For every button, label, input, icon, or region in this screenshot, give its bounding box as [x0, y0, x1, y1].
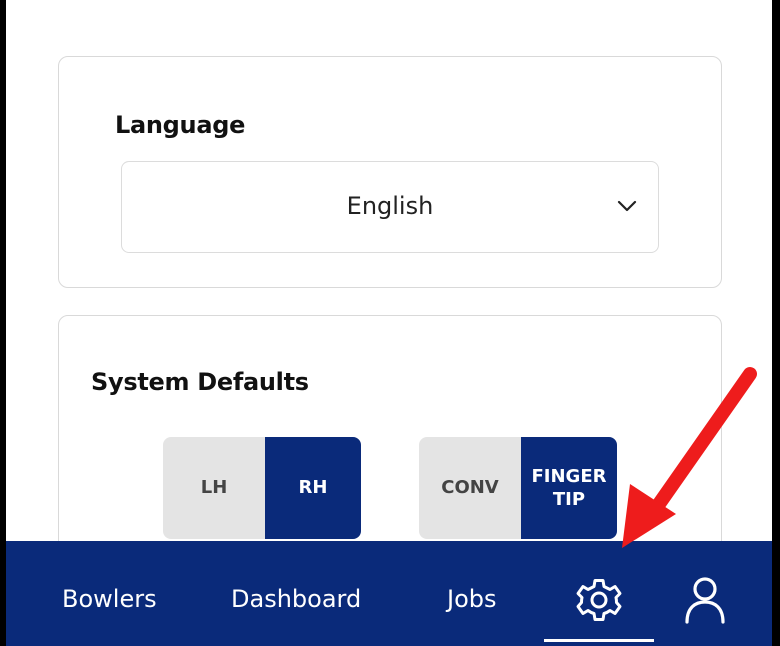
language-card: Language English — [58, 56, 722, 288]
frame-border-right — [772, 0, 780, 646]
nav-jobs[interactable]: Jobs — [447, 585, 497, 613]
user-icon[interactable] — [682, 575, 728, 625]
hand-option-lh[interactable]: LH — [163, 437, 265, 539]
language-title: Language — [115, 111, 246, 139]
fingertip-label-line2: TIP — [552, 489, 586, 510]
chevron-down-icon — [617, 200, 637, 212]
grip-option-fingertip[interactable]: FINGER TIP — [521, 437, 617, 539]
nav-dashboard[interactable]: Dashboard — [231, 585, 361, 613]
language-select-value: English — [346, 192, 434, 220]
active-tab-indicator — [544, 639, 654, 642]
system-defaults-title: System Defaults — [91, 368, 309, 396]
hand-option-rh[interactable]: RH — [265, 437, 361, 539]
grip-toggle: CONV FINGER TIP — [419, 437, 617, 539]
settings-screen: Language English System Defaults LH RH C… — [0, 0, 780, 646]
system-defaults-card: System Defaults LH RH CONV FINGER TIP — [58, 315, 722, 575]
bottom-nav: Bowlers Dashboard Jobs — [6, 541, 772, 646]
grip-option-conv[interactable]: CONV — [419, 437, 521, 539]
language-select[interactable]: English — [121, 161, 659, 253]
gear-icon[interactable] — [574, 575, 624, 625]
nav-bowlers[interactable]: Bowlers — [62, 585, 157, 613]
hand-toggle: LH RH — [163, 437, 361, 539]
fingertip-label-line1: FINGER — [531, 465, 607, 487]
